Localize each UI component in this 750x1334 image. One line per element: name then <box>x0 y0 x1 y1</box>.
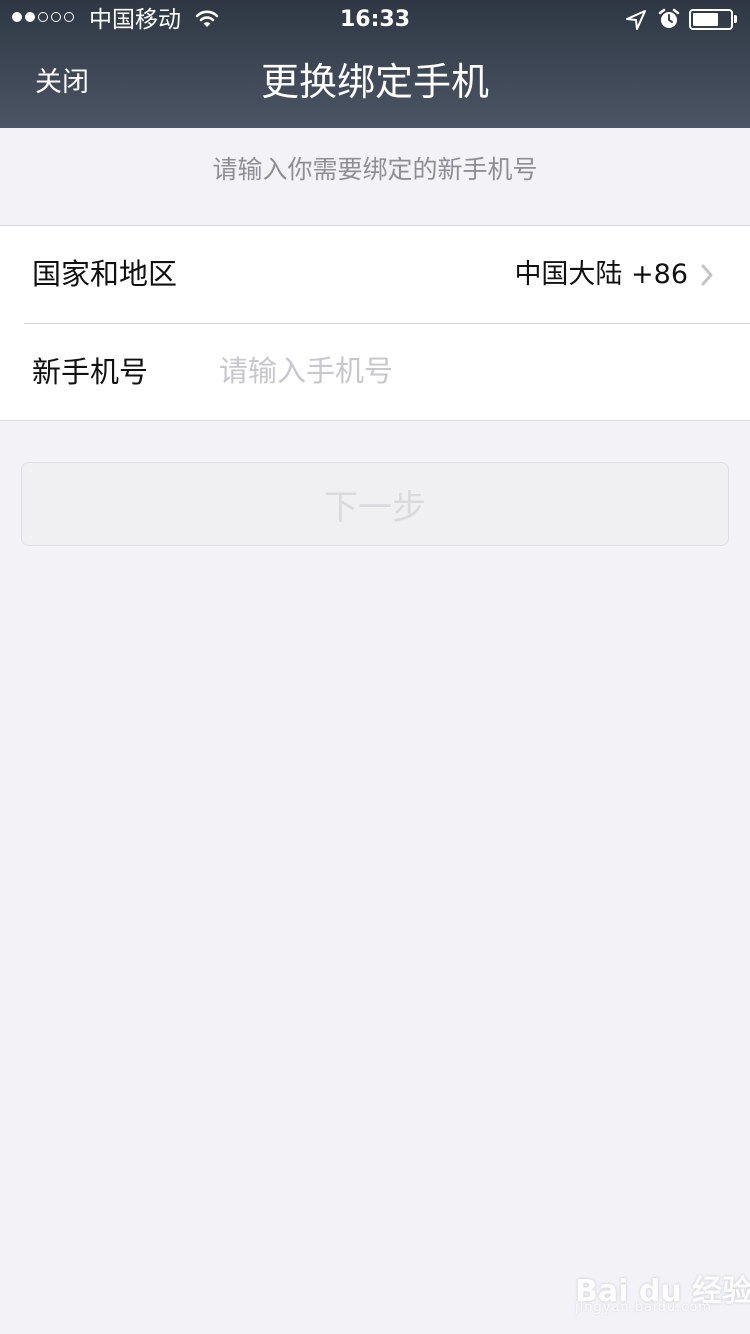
watermark-url: jingyan.baidu.com <box>575 1300 712 1315</box>
page-title: 更换绑定手机 <box>260 60 489 104</box>
next-button[interactable]: 下一步 <box>21 462 729 546</box>
navigation-header: 中国移动 16:33 关闭 更换绑定手机 <box>0 0 750 128</box>
battery-tip <box>734 15 737 23</box>
battery-icon <box>689 9 733 30</box>
instruction-hint: 请输入你需要绑定的新手机号 <box>212 155 538 184</box>
alarm-icon <box>657 7 681 35</box>
status-bar: 中国移动 16:33 <box>0 0 750 40</box>
region-value: 中国大陆 +86 <box>514 259 688 290</box>
phone-form: 国家和地区 中国大陆 +86 新手机号 <box>0 225 750 421</box>
region-label: 国家和地区 <box>32 257 178 291</box>
phone-number-row: 新手机号 <box>0 324 750 421</box>
location-arrow-icon <box>625 9 647 35</box>
chevron-right-icon <box>700 264 714 290</box>
region-selector-row[interactable]: 国家和地区 中国大陆 +86 <box>0 226 750 323</box>
battery-level <box>693 13 718 26</box>
baidu-jingyan-watermark: Bai du 经验 jingyan.baidu.com <box>575 1252 750 1322</box>
phone-number-input[interactable] <box>219 350 699 392</box>
phone-label: 新手机号 <box>32 355 149 389</box>
